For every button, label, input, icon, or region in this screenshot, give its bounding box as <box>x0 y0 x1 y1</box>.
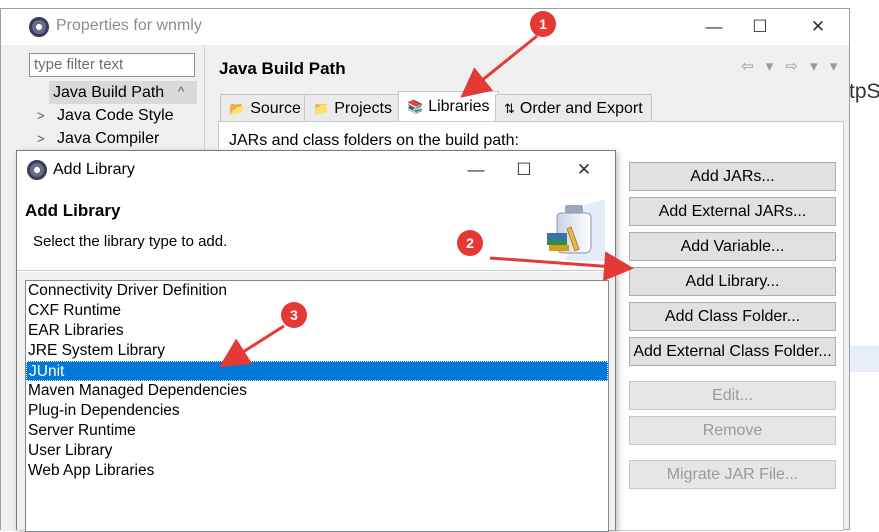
list-item-cxf-runtime[interactable]: CXF Runtime <box>26 301 608 321</box>
add-library-titlebar[interactable]: Add Library — ☐ ✕ <box>17 151 615 189</box>
tree-item-java-build-path[interactable]: Java Build Path <box>49 81 197 104</box>
minimize-button[interactable]: — <box>453 151 499 189</box>
scroll-up-icon[interactable]: ^ <box>178 84 184 99</box>
projects-icon: 📁 <box>313 100 330 116</box>
tree-item-label: Java Compiler <box>57 130 160 147</box>
maximize-button[interactable]: ☐ <box>501 151 547 189</box>
tree-item-label: Java Code Style <box>57 107 174 124</box>
list-item-user-library[interactable]: User Library <box>26 441 608 461</box>
dialog-title: Add Library <box>53 161 135 178</box>
migrate-jar-button[interactable]: Migrate JAR File... <box>629 460 836 489</box>
annotation-badge-3: 3 <box>281 302 307 328</box>
history-nav[interactable]: ⇦ ▾ ⇨ ▾ ▾ <box>741 57 841 75</box>
tab-projects[interactable]: 📁 Projects <box>304 94 401 122</box>
add-library-button[interactable]: Add Library... <box>629 267 836 296</box>
eclipse-icon <box>27 160 47 180</box>
edit-button[interactable]: Edit... <box>629 381 836 410</box>
filter-input[interactable]: type filter text <box>29 53 195 77</box>
tab-label: Source <box>250 99 301 117</box>
libraries-icon: 📚 <box>407 99 424 114</box>
order-icon: ⇅ <box>504 100 515 116</box>
dialog-header: Add Library Select the library type to a… <box>17 189 615 271</box>
close-button[interactable]: ✕ <box>561 151 607 189</box>
annotation-badge-2: 2 <box>457 230 483 256</box>
tab-source[interactable]: 📂 Source <box>220 94 310 122</box>
close-button[interactable]: ✕ <box>795 9 841 45</box>
list-item-maven-dependencies[interactable]: Maven Managed Dependencies <box>26 381 608 401</box>
list-item-web-app-libraries[interactable]: Web App Libraries <box>26 461 608 481</box>
add-jars-button[interactable]: Add JARs... <box>629 162 836 191</box>
page-title: Java Build Path <box>219 59 346 78</box>
add-class-folder-button[interactable]: Add Class Folder... <box>629 302 836 331</box>
maximize-button[interactable]: ☐ <box>737 9 783 45</box>
add-library-dialog: Add Library — ☐ ✕ Add Library Select the… <box>16 150 616 532</box>
tab-label: Order and Export <box>519 99 643 117</box>
tab-label: Libraries <box>428 98 490 115</box>
dialog-header-title: Add Library <box>25 201 121 220</box>
minimize-button[interactable]: — <box>691 9 737 45</box>
properties-title: Properties for wnmly <box>56 17 202 34</box>
add-external-jars-button[interactable]: Add External JARs... <box>629 197 836 226</box>
library-type-list[interactable]: Connectivity Driver Definition CXF Runti… <box>25 280 609 532</box>
tab-libraries[interactable]: 📚 Libraries <box>398 91 499 122</box>
list-item-server-runtime[interactable]: Server Runtime <box>26 421 608 441</box>
source-icon: 📂 <box>229 100 246 116</box>
build-path-label: JARs and class folders on the build path… <box>229 132 519 149</box>
background-highlight <box>849 346 879 372</box>
library-jar-icon <box>547 199 605 261</box>
properties-titlebar[interactable]: Properties for wnmly — ☐ ✕ <box>1 9 849 45</box>
tab-label: Projects <box>334 99 392 117</box>
add-external-class-folder-button[interactable]: Add External Class Folder... <box>629 337 836 366</box>
add-variable-button[interactable]: Add Variable... <box>629 232 836 261</box>
remove-button[interactable]: Remove <box>629 416 836 445</box>
background-code-text: tpS <box>849 80 879 103</box>
dialog-body: Connectivity Driver Definition CXF Runti… <box>17 272 615 532</box>
list-item-ear-libraries[interactable]: EAR Libraries <box>26 321 608 341</box>
tab-order-export[interactable]: ⇅ Order and Export <box>495 94 652 122</box>
eclipse-icon <box>29 17 49 37</box>
expand-arrow-icon[interactable]: > <box>37 108 45 123</box>
list-item-connectivity-driver[interactable]: Connectivity Driver Definition <box>26 281 608 301</box>
tree-item-label: Java Build Path <box>53 84 165 101</box>
list-item-junit[interactable]: JUnit <box>26 361 608 381</box>
dialog-description: Select the library type to add. <box>33 233 228 250</box>
tree-item-java-compiler[interactable]: > Java Compiler <box>37 127 159 150</box>
annotation-badge-1: 1 <box>530 11 556 37</box>
tree-item-java-code-style[interactable]: > Java Code Style <box>37 104 174 127</box>
list-item-plugin-dependencies[interactable]: Plug-in Dependencies <box>26 401 608 421</box>
list-item-jre-system-library[interactable]: JRE System Library <box>26 341 608 361</box>
expand-arrow-icon[interactable]: > <box>37 131 45 146</box>
